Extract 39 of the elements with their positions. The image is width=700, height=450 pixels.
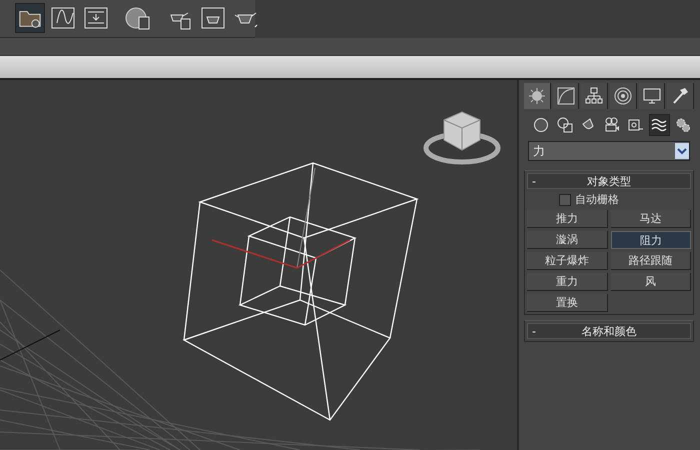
checkbox-label: 自动栅格: [575, 192, 619, 207]
gears-icon: [675, 117, 692, 133]
curve-graph-icon: [50, 5, 76, 32]
object-type-button[interactable]: 重力: [527, 273, 608, 291]
panel-tab[interactable]: [638, 83, 666, 109]
target-icon: [614, 87, 632, 105]
category-button[interactable]: [648, 114, 670, 136]
panel-tab[interactable]: [667, 83, 694, 109]
curve-icon: [556, 87, 574, 105]
hammer-icon: [671, 87, 690, 105]
rollout-header[interactable]: - 对象类型: [527, 173, 691, 189]
object-type-button[interactable]: 粒子爆炸: [527, 252, 608, 270]
checker-sphere-icon: [125, 5, 151, 32]
object-type-button[interactable]: 马达: [610, 210, 691, 228]
panel-tab[interactable]: [524, 83, 551, 109]
tape-measure-icon: [628, 117, 644, 133]
object-type-button[interactable]: 推力: [527, 210, 608, 228]
dialog-icon: [83, 5, 109, 32]
checkbox[interactable]: [559, 194, 571, 206]
waves-icon: [651, 117, 668, 133]
object-type-button[interactable]: 风: [610, 273, 691, 291]
toolbar-button[interactable]: [15, 3, 45, 34]
chevron-down-icon: [675, 143, 689, 159]
panel-tab[interactable]: [581, 83, 608, 109]
camera-icon: [604, 117, 620, 133]
rollout-header[interactable]: - 名称和颜色: [527, 323, 691, 339]
panel-tab[interactable]: [610, 83, 637, 109]
hierarchy-icon: [585, 87, 604, 105]
monitor-icon: [642, 87, 661, 105]
object-type-button[interactable]: 路径跟随: [610, 252, 691, 270]
object-type-button[interactable]: 阻力: [610, 231, 691, 249]
teapot-window-icon: [200, 5, 226, 32]
object-type-button[interactable]: 置换: [527, 294, 608, 312]
object-type-button[interactable]: 漩涡: [527, 231, 608, 249]
sun-icon: [528, 87, 546, 105]
category-dropdown[interactable]: 力: [528, 141, 690, 161]
panel-tab[interactable]: [552, 83, 580, 109]
shapes-icon: [556, 117, 573, 133]
sphere-icon: [532, 117, 549, 133]
